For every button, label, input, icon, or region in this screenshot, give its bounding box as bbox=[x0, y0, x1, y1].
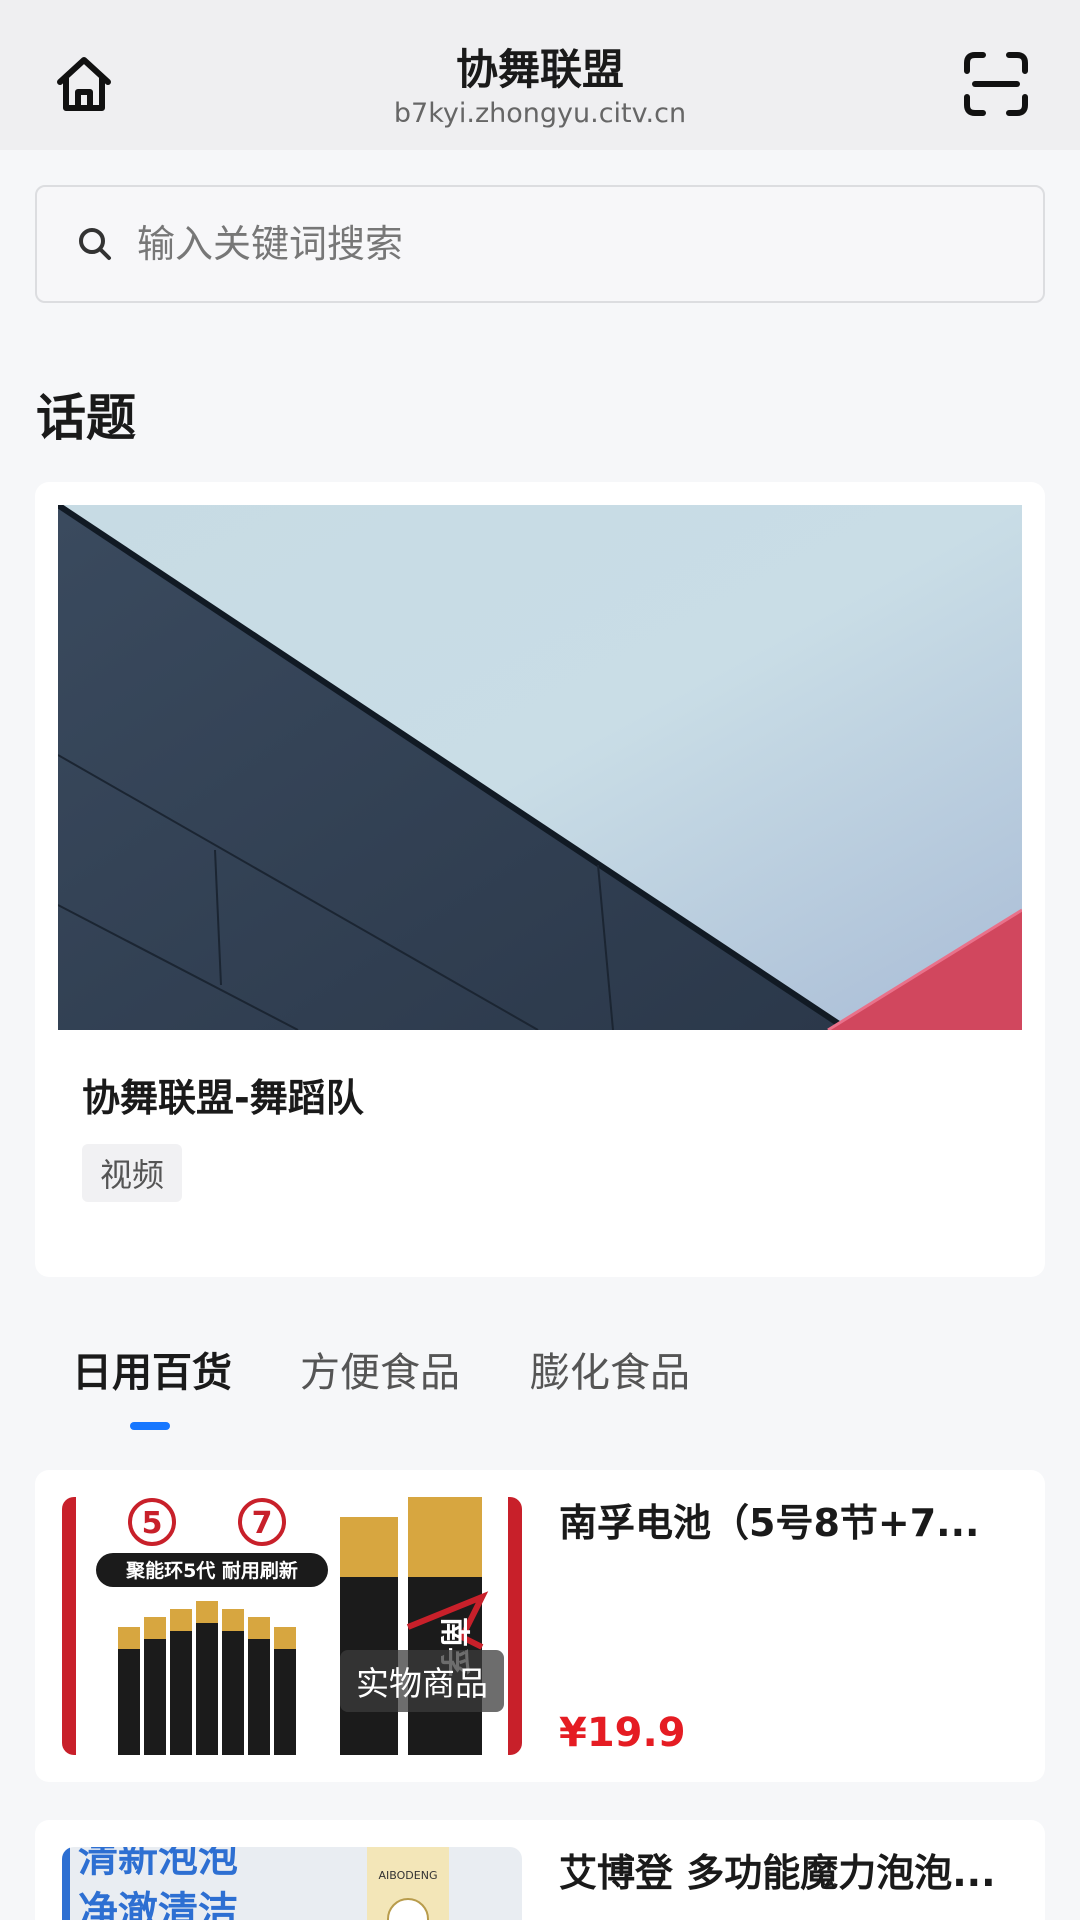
search-bar[interactable] bbox=[35, 185, 1045, 303]
product-name: 艾博登 多功能魔力泡泡... bbox=[559, 1851, 996, 1895]
search-icon bbox=[77, 226, 113, 262]
section-title-topics: 话题 bbox=[36, 389, 136, 447]
thumb-number-5: 5 bbox=[142, 1506, 163, 1541]
tab-instant-food[interactable]: 方便食品 bbox=[300, 1340, 460, 1398]
product-name: 南孚电池（5号8节+7... bbox=[559, 1501, 980, 1545]
thumb-slogan: 聚能环5代 耐用刷新 bbox=[125, 1559, 298, 1582]
top-bar: 协舞联盟 b7kyi.zhongyu.citv.cn bbox=[0, 0, 1080, 150]
scan-icon bbox=[964, 52, 1028, 116]
scan-button[interactable] bbox=[960, 48, 1032, 120]
topic-card[interactable]: 协舞联盟-舞蹈队 视频 bbox=[35, 482, 1045, 1277]
search-input[interactable] bbox=[137, 222, 1043, 266]
product-image: 5 7 聚能环5代 耐用刷新 南孚 bbox=[62, 1497, 522, 1755]
tab-daily-goods[interactable]: 日用百货 bbox=[72, 1340, 232, 1398]
topic-cover-image bbox=[58, 505, 1022, 1030]
product-card[interactable]: 5 7 聚能环5代 耐用刷新 南孚 实物商品 南孚电池（5号8节+7... ¥1… bbox=[35, 1470, 1045, 1782]
thumb-line-2: 净澈清洁 bbox=[78, 1889, 238, 1920]
thumb-line-1: 清新泡泡 bbox=[78, 1847, 238, 1881]
product-type-badge: 实物商品 bbox=[340, 1650, 504, 1712]
active-tab-indicator bbox=[130, 1422, 170, 1430]
topic-tag: 视频 bbox=[82, 1144, 183, 1202]
product-image: 清新泡泡 净澈清洁 AIBODENG bbox=[62, 1847, 522, 1920]
category-tabs: 日用百货 方便食品 膨化食品 bbox=[0, 1340, 1080, 1430]
product-card[interactable]: 清新泡泡 净澈清洁 AIBODENG 艾博登 多功能魔力泡泡... bbox=[35, 1820, 1045, 1920]
thumb-brand: AIBODENG bbox=[379, 1869, 438, 1882]
page-title: 协舞联盟 bbox=[455, 45, 624, 94]
product-price: ¥19.9 bbox=[559, 1710, 686, 1756]
page-url: b7kyi.zhongyu.citv.cn bbox=[393, 98, 687, 129]
topic-title: 协舞联盟-舞蹈队 bbox=[82, 1076, 364, 1120]
tab-puffed-food[interactable]: 膨化食品 bbox=[530, 1340, 690, 1398]
thumb-number-7: 7 bbox=[252, 1506, 273, 1541]
